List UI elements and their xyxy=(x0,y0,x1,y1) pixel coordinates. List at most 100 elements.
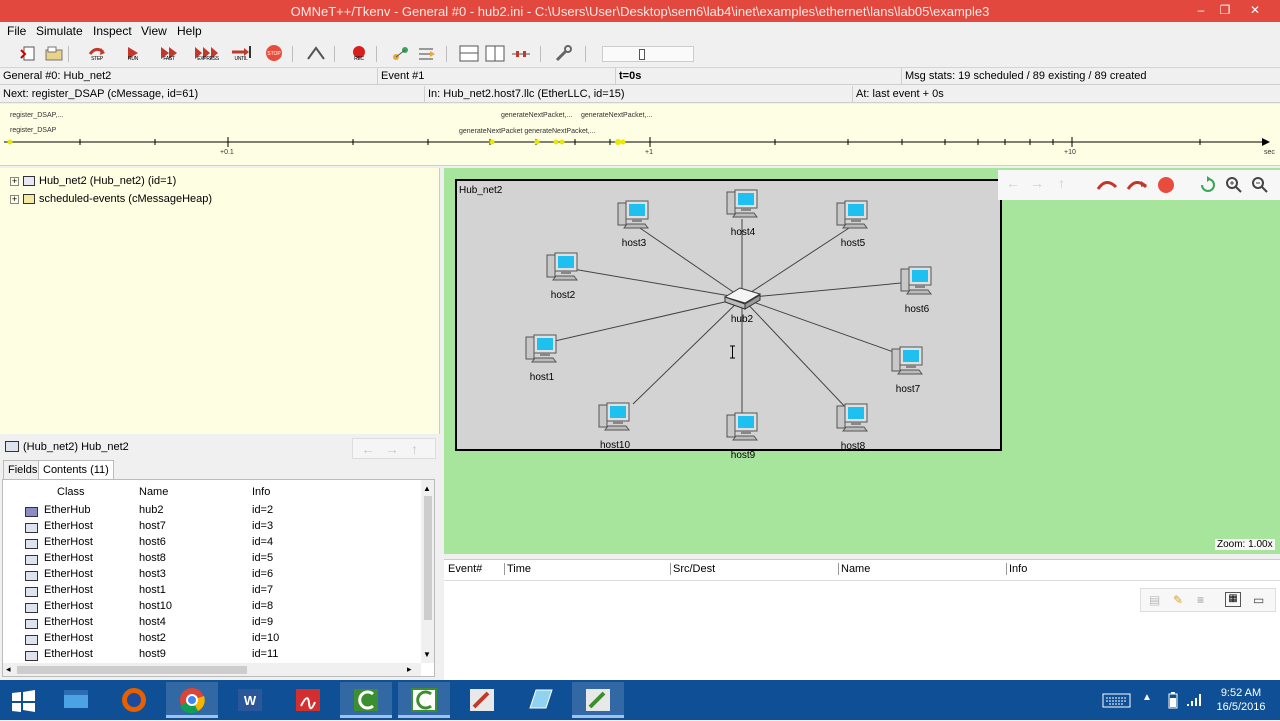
network-module[interactable]: Hub_net2 host1 host2 host3 host4 host5 host6 h… xyxy=(455,179,1002,461)
options-icon[interactable] xyxy=(416,44,438,64)
menu-file[interactable]: File xyxy=(7,24,26,38)
host-node-host9[interactable] xyxy=(724,409,762,443)
table-row[interactable]: EtherHost host4 id=9 xyxy=(3,616,423,632)
table-row[interactable]: EtherHub hub2 id=2 xyxy=(3,504,423,520)
wrench-icon[interactable] xyxy=(553,44,575,64)
rec-button[interactable]: REC xyxy=(348,44,370,64)
host-node-host6[interactable] xyxy=(898,263,936,297)
speed-slider[interactable] xyxy=(602,46,694,62)
notepad-icon[interactable] xyxy=(514,682,566,718)
host-node-host4[interactable] xyxy=(724,186,762,220)
tab-contents[interactable]: Contents (11) xyxy=(38,460,114,479)
run-module-icon[interactable] xyxy=(1126,177,1148,193)
stop-button[interactable]: STOP xyxy=(263,44,285,64)
tree-item-network[interactable]: + Hub_net2 (Hub_net2) (id=1) xyxy=(10,175,176,191)
host-node-host8[interactable] xyxy=(834,400,872,434)
table-row[interactable]: EtherHost host8 id=5 xyxy=(3,552,423,568)
redraw-icon[interactable] xyxy=(1198,176,1218,194)
up-arrow-icon[interactable]: ↑ xyxy=(411,441,418,457)
host-node-host10[interactable] xyxy=(596,399,634,433)
load-ned-icon[interactable] xyxy=(43,44,65,64)
tkenv-icon[interactable] xyxy=(572,682,624,718)
animate-icon[interactable] xyxy=(305,44,327,64)
layout-icon[interactable]: ▦ xyxy=(1225,592,1241,607)
table-row[interactable]: EtherHost host3 id=6 xyxy=(3,568,423,584)
forward-arrow-icon[interactable]: → xyxy=(385,441,399,457)
menu-simulate[interactable]: Simulate xyxy=(36,24,83,38)
run-button[interactable]: RUN xyxy=(122,44,144,64)
scroll-thumb[interactable] xyxy=(424,496,432,620)
keyboard-icon[interactable] xyxy=(1102,693,1132,709)
menu-inspect[interactable]: Inspect xyxy=(93,24,132,38)
scroll-down-icon[interactable]: ▼ xyxy=(423,650,431,659)
scroll-up-icon[interactable]: ▲ xyxy=(423,484,431,493)
host-node-host3[interactable] xyxy=(615,197,653,231)
signal-icon[interactable] xyxy=(1186,692,1202,708)
menu-view[interactable]: View xyxy=(141,24,167,38)
column-header-info[interactable]: Info xyxy=(1006,563,1027,575)
expand-icon[interactable]: + xyxy=(10,176,19,186)
table-row[interactable]: EtherHost host7 id=3 xyxy=(3,520,423,536)
column-header-name[interactable]: Name xyxy=(139,486,168,498)
fast-button[interactable]: FAST xyxy=(158,44,180,64)
camtasia-recorder-icon[interactable] xyxy=(398,682,450,718)
new-run-icon[interactable] xyxy=(18,44,40,64)
step-button[interactable]: STEP xyxy=(86,44,108,64)
table-row[interactable]: EtherHost host1 id=7 xyxy=(3,584,423,600)
speed-slider-handle[interactable] xyxy=(639,49,645,60)
table-row[interactable]: EtherHost host6 id=4 xyxy=(3,536,423,552)
acrobat-icon[interactable] xyxy=(282,682,334,718)
tree-item-scheduled-events[interactable]: + scheduled-events (cMessageHeap) xyxy=(10,193,212,209)
layout-horizontal-icon[interactable] xyxy=(458,44,480,64)
back-arrow-icon[interactable]: ← xyxy=(361,441,375,457)
camtasia-icon[interactable] xyxy=(340,682,392,718)
show-hidden-icons[interactable]: ▲ xyxy=(1142,692,1152,703)
stop-icon[interactable] xyxy=(1156,175,1176,195)
find-objects-icon[interactable] xyxy=(390,44,412,64)
expand-icon[interactable]: + xyxy=(10,194,19,204)
scroll-right-icon[interactable]: ▸ xyxy=(407,664,412,675)
layout-vertical-icon[interactable] xyxy=(484,44,506,64)
host-node-host7[interactable] xyxy=(889,343,927,377)
menu-help[interactable]: Help xyxy=(177,24,202,38)
express-button[interactable]: EXPRESS xyxy=(194,44,222,64)
scroll-thumb[interactable] xyxy=(17,666,247,674)
column-header-class[interactable]: Class xyxy=(57,486,85,498)
column-header-info[interactable]: Info xyxy=(252,486,270,498)
column-header-event[interactable]: Event# xyxy=(448,563,482,575)
timeline[interactable]: register_DSAP,... register_DSAP generate… xyxy=(0,104,1280,166)
column-header-time[interactable]: Time xyxy=(504,563,531,575)
windows-start-icon[interactable] xyxy=(12,690,36,712)
table-row[interactable]: EtherHost host9 id=11 xyxy=(3,648,423,664)
firefox-icon[interactable] xyxy=(108,682,160,718)
filter-icon[interactable]: ≡ xyxy=(1197,593,1204,607)
timeline-toggle-icon[interactable] xyxy=(510,44,532,64)
omnet-ide-icon[interactable] xyxy=(456,682,508,718)
scroll-left-icon[interactable]: ◂ xyxy=(6,664,11,675)
save-icon[interactable]: ▭ xyxy=(1253,593,1264,607)
host-node-host5[interactable] xyxy=(834,197,872,231)
minimize-button[interactable]: – xyxy=(1188,0,1214,22)
host-node-host1[interactable] xyxy=(523,331,561,365)
find-icon[interactable]: ✎ xyxy=(1173,593,1183,607)
file-explorer-icon[interactable] xyxy=(50,682,102,718)
zoom-out-icon[interactable] xyxy=(1250,176,1270,194)
tab-fields[interactable]: Fields xyxy=(3,460,43,479)
up-arrow-icon[interactable]: ↑ xyxy=(1058,175,1065,191)
column-header-name[interactable]: Name xyxy=(838,563,870,575)
table-row[interactable]: EtherHost host10 id=8 xyxy=(3,600,423,616)
word-icon[interactable]: W xyxy=(224,682,276,718)
horizontal-scrollbar[interactable]: ◂ ▸ xyxy=(3,663,421,676)
until-button[interactable]: UNTIL xyxy=(230,44,252,64)
table-row[interactable]: EtherHost host2 id=10 xyxy=(3,632,423,648)
host-node-host2[interactable] xyxy=(544,249,582,283)
close-button[interactable]: ✕ xyxy=(1242,0,1268,22)
column-header-src-dest[interactable]: Src/Dest xyxy=(670,563,715,575)
forward-arrow-icon[interactable]: → xyxy=(1030,175,1044,191)
clock[interactable]: 9:52 AM 16/5/2016 xyxy=(1208,686,1274,714)
chrome-icon[interactable] xyxy=(166,682,218,718)
vertical-scrollbar[interactable]: ▲ ▼ xyxy=(421,480,434,663)
restore-button[interactable]: ❐ xyxy=(1212,0,1238,22)
back-arrow-icon[interactable]: ← xyxy=(1006,175,1020,191)
step-icon[interactable] xyxy=(1096,177,1118,193)
